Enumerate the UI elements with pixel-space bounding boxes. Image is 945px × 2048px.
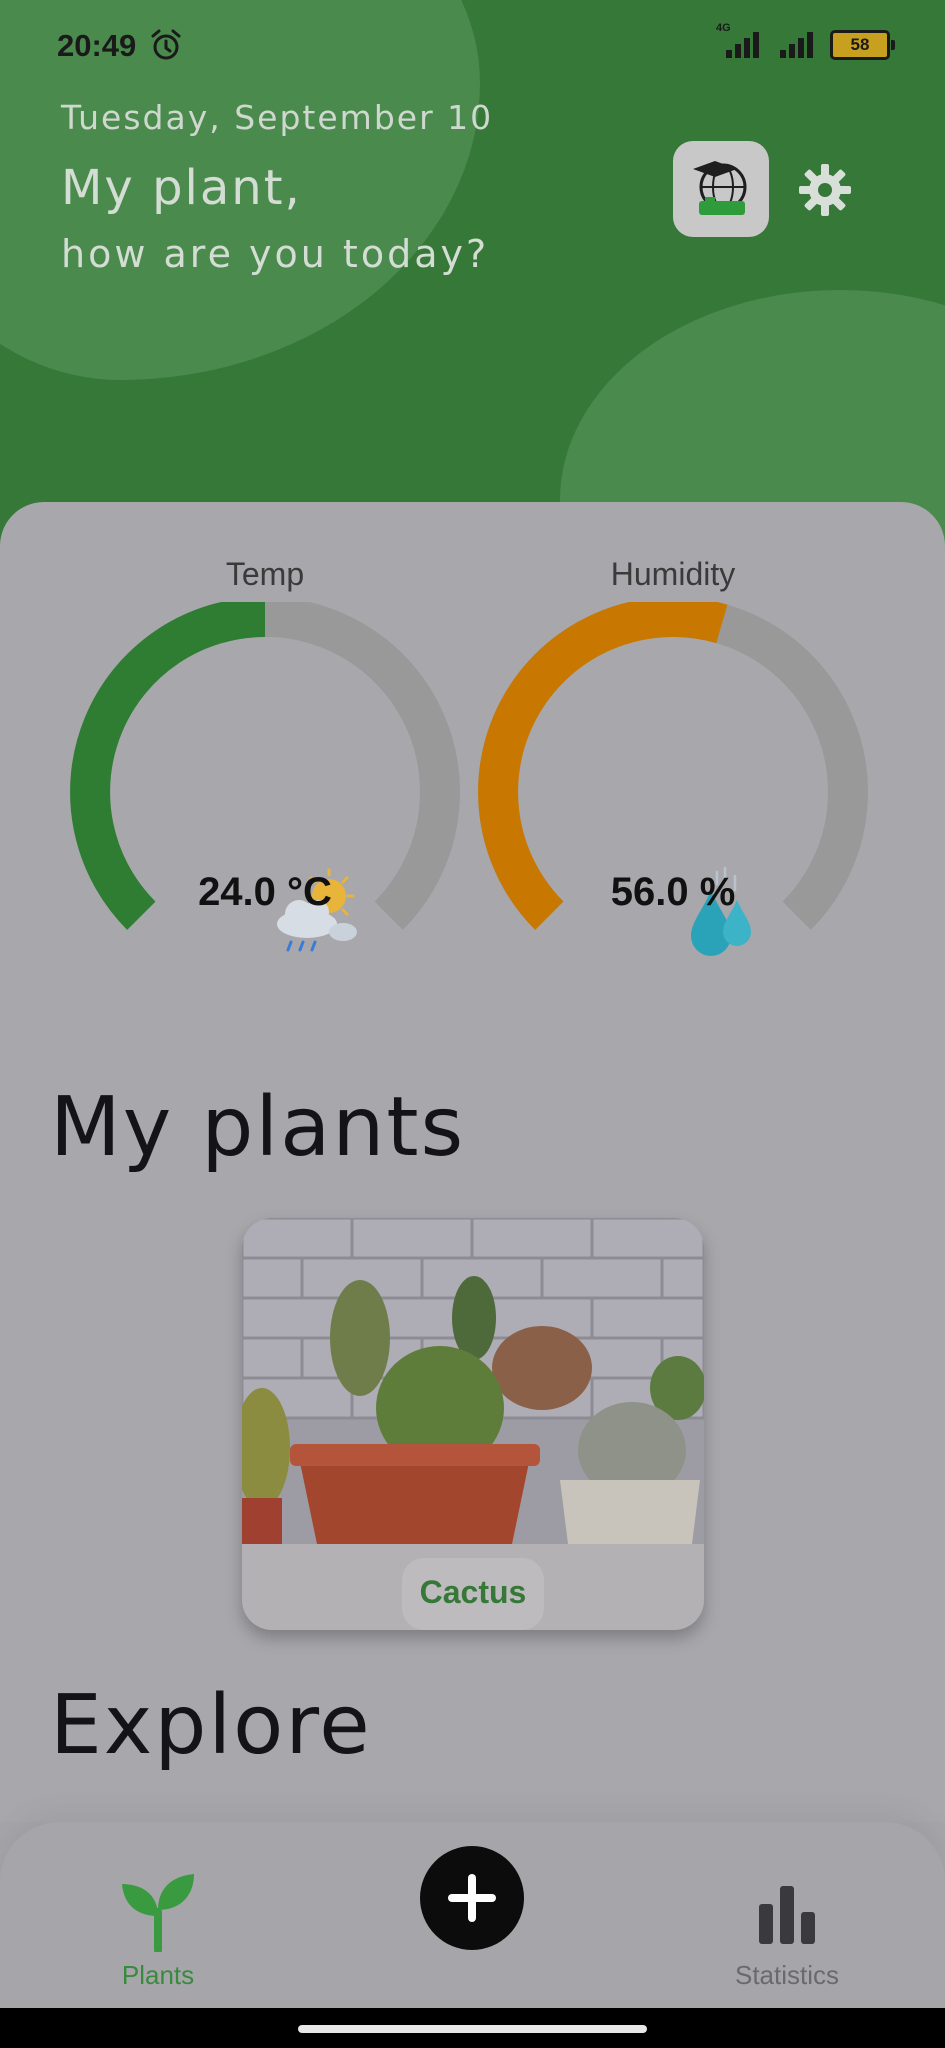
temperature-gauge: Temp 24.0 °C [60, 502, 470, 982]
gauge-label: Humidity [610, 556, 736, 592]
status-bar: 20:49 4G 58 [57, 22, 895, 66]
alarm-icon [149, 28, 183, 66]
humidity-value: 56.0 % [610, 870, 736, 914]
plant-name-label[interactable]: Cactus [402, 1558, 544, 1630]
add-plant-button[interactable] [420, 1846, 524, 1950]
signal-4g-icon: 4G [716, 22, 766, 64]
greeting-subtitle: how are you today? [61, 232, 490, 276]
system-nav-area [0, 2008, 945, 2048]
my-plants-heading: My plants [50, 1080, 466, 1175]
avatar[interactable] [673, 141, 769, 237]
nav-plants[interactable]: Plants [88, 1872, 228, 1991]
header: 20:49 4G 58 Tuesday, September 10 My pla… [0, 0, 945, 560]
gauge-label: Temp [225, 556, 305, 592]
bar-chart-icon [759, 1886, 815, 1944]
battery-icon: 58 [830, 30, 895, 60]
nav-statistics-label: Statistics [734, 1960, 840, 1990]
status-time: 20:49 [57, 28, 137, 63]
plant-photo [242, 1218, 704, 1544]
plant-card[interactable]: Cactus [242, 1218, 704, 1630]
home-indicator[interactable] [298, 2025, 647, 2033]
temperature-value: 24.0 °C [198, 870, 332, 914]
greeting-title: My plant, [61, 160, 302, 216]
network-type: 4G [716, 22, 731, 34]
date-label: Tuesday, September 10 [61, 98, 494, 137]
signal-icon [778, 26, 818, 64]
nav-plants-label: Plants [121, 1960, 195, 1990]
sprout-icon [122, 1874, 194, 1954]
globe-logo-icon [693, 161, 747, 215]
humidity-gauge: Humidity 56.0 % [468, 502, 878, 982]
settings-gear-icon[interactable] [795, 160, 855, 220]
nav-statistics[interactable]: Statistics [717, 1872, 857, 1991]
explore-heading: Explore [50, 1678, 372, 1773]
plus-icon [448, 1874, 496, 1922]
bottom-nav: Plants Statistics [0, 1822, 945, 2008]
